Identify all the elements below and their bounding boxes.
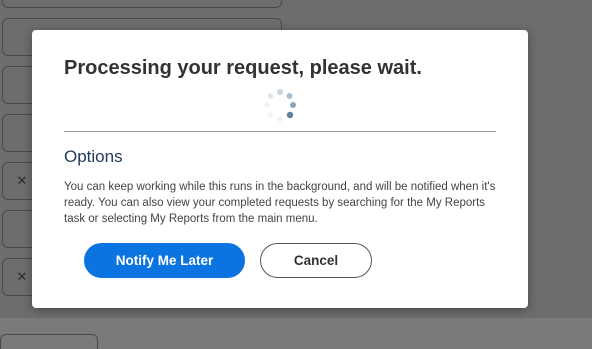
cancel-button[interactable]: Cancel <box>260 243 372 278</box>
options-description: You can keep working while this runs in … <box>64 181 496 225</box>
divider <box>64 131 496 132</box>
notify-me-later-button[interactable]: Notify Me Later <box>84 243 245 278</box>
processing-dialog: Processing your request, please wait. Op… <box>32 30 528 308</box>
background-field <box>2 0 282 8</box>
background-field <box>0 334 98 349</box>
dialog-title: Processing your request, please wait. <box>64 57 422 79</box>
options-heading: Options <box>64 147 123 166</box>
loading-spinner-icon <box>264 89 296 122</box>
